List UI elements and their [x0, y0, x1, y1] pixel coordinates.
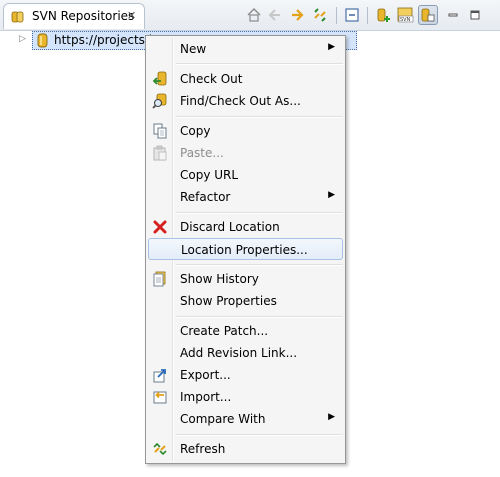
new-repository-location-icon[interactable]	[374, 5, 394, 25]
menu-separator	[176, 63, 343, 65]
import-svn-icon[interactable]: SVN	[396, 5, 416, 25]
svn-repositories-tab[interactable]: SVN Repositories ✕	[3, 3, 145, 29]
menu-item-label: Refresh	[180, 442, 226, 456]
tab-close-icon[interactable]: ✕	[127, 9, 136, 22]
import-icon	[152, 389, 168, 405]
checkout-icon	[152, 71, 168, 87]
discard-icon	[152, 219, 168, 235]
show-repository-browser-icon[interactable]	[418, 5, 438, 25]
view-tab-bar: SVN Repositories ✕ SVN	[0, 0, 500, 31]
copy-icon	[152, 123, 168, 139]
menu-item-label: New	[180, 42, 207, 56]
repository-location-icon	[36, 33, 50, 51]
svn-repository-icon	[11, 10, 25, 24]
submenu-arrow-icon: ▶	[328, 190, 335, 200]
menu-item-location-properties[interactable]: Location Properties...	[148, 238, 343, 260]
refresh-icon	[152, 441, 168, 457]
menu-item-label: Find/Check Out As...	[180, 94, 301, 108]
back-icon[interactable]	[265, 5, 285, 25]
menu-item-copy[interactable]: Copy	[148, 120, 343, 142]
menu-item-label: Import...	[180, 390, 232, 404]
menu-item-label: Discard Location	[180, 220, 280, 234]
menu-item-label: Add Revision Link...	[180, 346, 298, 360]
toolbar-separator	[336, 7, 337, 24]
menu-item-copy-url[interactable]: Copy URL	[148, 164, 343, 186]
menu-separator	[176, 116, 343, 118]
menu-item-find-check-out-as[interactable]: Find/Check Out As...	[148, 90, 343, 112]
expand-arrow-icon[interactable]: ▷	[19, 34, 26, 44]
menu-item-label: Paste...	[180, 146, 224, 160]
menu-item-export[interactable]: Export...	[148, 364, 343, 386]
link-with-editor-icon[interactable]	[310, 5, 330, 25]
menu-item-label: Location Properties...	[181, 243, 308, 257]
submenu-arrow-icon: ▶	[328, 42, 335, 52]
menu-separator	[176, 434, 343, 436]
menu-item-import[interactable]: Import...	[148, 386, 343, 408]
menu-item-check-out[interactable]: Check Out	[148, 68, 343, 90]
menu-item-label: Create Patch...	[180, 324, 269, 338]
menu-item-show-history[interactable]: Show History	[148, 268, 343, 290]
menu-separator	[176, 316, 343, 318]
menu-item-refactor[interactable]: Refactor ▶	[148, 186, 343, 208]
paste-icon	[152, 145, 168, 161]
toolbar-separator	[367, 7, 368, 24]
menu-item-create-patch[interactable]: Create Patch...	[148, 320, 343, 342]
menu-item-refresh[interactable]: Refresh	[148, 438, 343, 460]
menu-item-compare-with[interactable]: Compare With ▶	[148, 408, 343, 430]
menu-item-label: Export...	[180, 368, 231, 382]
menu-item-label: Show Properties	[180, 294, 277, 308]
tab-title: SVN Repositories	[32, 9, 135, 23]
maximize-icon[interactable]	[465, 5, 485, 25]
menu-item-new[interactable]: New ▶	[148, 38, 343, 60]
history-icon	[152, 271, 168, 287]
minimize-icon[interactable]	[443, 5, 463, 25]
menu-item-label: Compare With	[180, 412, 266, 426]
menu-item-label: Refactor	[180, 190, 231, 204]
repository-url-label: https://projects.it	[54, 33, 157, 47]
context-menu: New ▶ Check Out Find/Check Out As... Cop…	[145, 35, 346, 464]
menu-item-paste[interactable]: Paste...	[148, 142, 343, 164]
svg-text:SVN: SVN	[400, 17, 411, 23]
menu-item-show-properties[interactable]: Show Properties	[148, 290, 343, 312]
find-checkout-icon	[152, 93, 168, 109]
menu-item-label: Check Out	[180, 72, 243, 86]
home-icon[interactable]	[244, 5, 264, 25]
menu-separator	[176, 212, 343, 214]
submenu-arrow-icon: ▶	[328, 412, 335, 422]
menu-separator	[176, 264, 343, 266]
forward-icon[interactable]	[287, 5, 307, 25]
menu-item-label: Show History	[180, 272, 259, 286]
menu-item-add-revision-link[interactable]: Add Revision Link...	[148, 342, 343, 364]
menu-item-discard-location[interactable]: Discard Location	[148, 216, 343, 238]
export-icon	[152, 367, 168, 383]
collapse-all-icon[interactable]	[342, 5, 362, 25]
menu-item-label: Copy	[180, 124, 211, 138]
menu-item-label: Copy URL	[180, 168, 239, 182]
